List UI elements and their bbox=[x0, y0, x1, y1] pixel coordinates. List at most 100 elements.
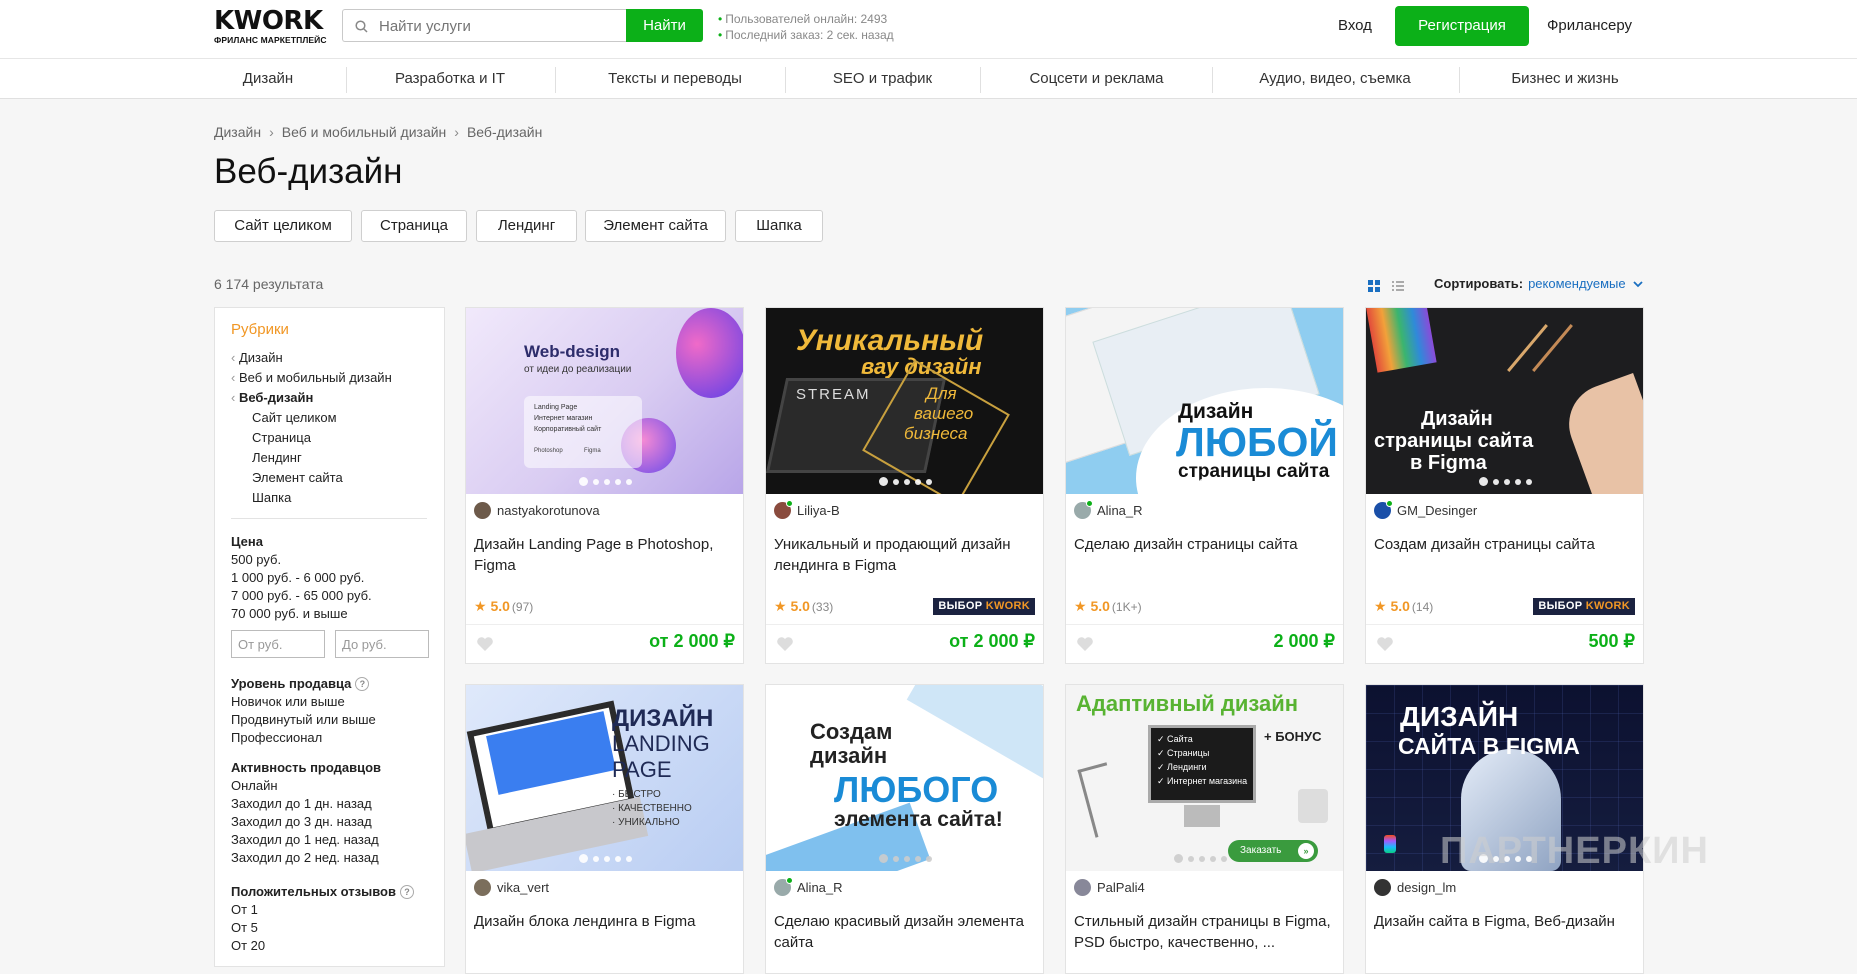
price-option[interactable]: 500 руб. bbox=[231, 552, 281, 567]
rubric-child[interactable]: Лендинг bbox=[252, 450, 302, 465]
list-view-icon[interactable] bbox=[1391, 280, 1404, 292]
card-title[interactable]: Сделаю красивый дизайн элемента сайта bbox=[774, 911, 1039, 953]
price-option[interactable]: 1 000 руб. - 6 000 руб. bbox=[231, 570, 364, 585]
level-option[interactable]: Новичок или выше bbox=[231, 694, 345, 709]
rubric-child[interactable]: Элемент сайта bbox=[252, 470, 343, 485]
heart-icon[interactable] bbox=[476, 636, 494, 652]
seller-name[interactable]: Alina_R bbox=[774, 877, 843, 896]
card-title[interactable]: Дизайн Landing Page в Photoshop, Figma bbox=[474, 534, 739, 576]
chip-page[interactable]: Страница bbox=[361, 210, 467, 242]
activity-option[interactable]: Заходил до 1 дн. назад bbox=[231, 796, 372, 811]
seller-name[interactable]: PalPali4 bbox=[1074, 879, 1145, 896]
grid-view-icon[interactable] bbox=[1368, 280, 1380, 292]
category-audio-video[interactable]: Аудио, видео, съемка bbox=[1245, 59, 1425, 99]
breadcrumb-item[interactable]: Веб и мобильный дизайн bbox=[282, 124, 447, 140]
image-text: Web-design bbox=[524, 342, 621, 361]
seller-name[interactable]: Liliya-B bbox=[774, 500, 840, 519]
chevron-left-icon: ‹ bbox=[231, 390, 239, 405]
card-image[interactable]: Создам дизайн ЛЮБОГО элемента сайта! bbox=[766, 685, 1043, 871]
carousel-dots[interactable] bbox=[466, 472, 743, 488]
reviews-option[interactable]: От 5 bbox=[231, 920, 258, 935]
rubric-parent[interactable]: ‹ Веб и мобильный дизайн bbox=[231, 370, 392, 385]
carousel-dots[interactable] bbox=[766, 472, 1043, 488]
breadcrumb-item[interactable]: Веб-дизайн bbox=[467, 124, 542, 140]
kwork-card[interactable]: Web-design от идеи до реализации Landing… bbox=[465, 307, 744, 664]
price-from-input[interactable]: От руб. bbox=[231, 630, 325, 658]
heart-icon[interactable] bbox=[1076, 636, 1094, 652]
kwork-card[interactable]: Дизайн ЛЮБОЙ страницы сайта Alina_R Сдел… bbox=[1065, 307, 1344, 664]
price-option[interactable]: 70 000 руб. и выше bbox=[231, 606, 348, 621]
kwork-card[interactable]: Адаптивный дизайн + БОНУС ✓ Сайта ✓ Стра… bbox=[1065, 684, 1344, 974]
card-image[interactable]: Дизайн ЛЮБОЙ страницы сайта bbox=[1066, 308, 1343, 494]
category-development[interactable]: Разработка и IT bbox=[370, 59, 530, 99]
seller-name[interactable]: nastyakorotunova bbox=[474, 502, 600, 519]
chip-whole-site[interactable]: Сайт целиком bbox=[214, 210, 352, 242]
kwork-card[interactable]: Создам дизайн ЛЮБОГО элемента сайта! Ali… bbox=[765, 684, 1044, 974]
card-image[interactable]: Адаптивный дизайн + БОНУС ✓ Сайта ✓ Стра… bbox=[1066, 685, 1343, 871]
rubric-current[interactable]: ‹ Веб-дизайн bbox=[231, 390, 313, 405]
sort-select[interactable]: рекомендуемые bbox=[1528, 276, 1626, 291]
seller-label: Alina_R bbox=[797, 880, 843, 895]
category-design[interactable]: Дизайн bbox=[214, 59, 322, 99]
card-title[interactable]: Уникальный и продающий дизайн лендинга в… bbox=[774, 534, 1039, 576]
card-title[interactable]: Дизайн сайта в Figma, Веб-дизайн bbox=[1374, 911, 1639, 932]
card-title[interactable]: Сделаю дизайн страницы сайта bbox=[1074, 534, 1339, 555]
card-title[interactable]: Стильный дизайн страницы в Figma, PSD бы… bbox=[1074, 911, 1339, 953]
card-title[interactable]: Дизайн блока лендинга в Figma bbox=[474, 911, 739, 932]
kwork-logo[interactable]: KWORK ФРИЛАНС МАРКЕТПЛЕЙС bbox=[214, 8, 327, 45]
reviews-option[interactable]: От 1 bbox=[231, 902, 258, 917]
question-icon[interactable]: ? bbox=[355, 677, 370, 691]
card-image[interactable]: Дизайн страницы сайта в Figma bbox=[1366, 308, 1643, 494]
reviews-option[interactable]: От 20 bbox=[231, 938, 265, 953]
kwork-card[interactable]: Уникальный вау дизайн STREAM Для вашего … bbox=[765, 307, 1044, 664]
activity-option[interactable]: Заходил до 2 нед. назад bbox=[231, 850, 379, 865]
register-button[interactable]: Регистрация bbox=[1395, 6, 1529, 46]
search-button[interactable]: Найти bbox=[626, 9, 703, 42]
card-image[interactable]: ДИЗАЙН LANDING PAGE · БЫСТРО · КАЧЕСТВЕН… bbox=[466, 685, 743, 871]
card-image[interactable]: Уникальный вау дизайн STREAM Для вашего … bbox=[766, 308, 1043, 494]
breadcrumb-item[interactable]: Дизайн bbox=[214, 124, 261, 140]
chip-header[interactable]: Шапка bbox=[735, 210, 823, 242]
seller-name[interactable]: design_lm bbox=[1374, 879, 1456, 896]
activity-option[interactable]: Заходил до 1 нед. назад bbox=[231, 832, 379, 847]
chip-landing[interactable]: Лендинг bbox=[476, 210, 577, 242]
carousel-dots[interactable] bbox=[766, 849, 1043, 865]
rubric-child[interactable]: Шапка bbox=[252, 490, 291, 505]
chevron-down-icon[interactable] bbox=[1633, 281, 1643, 288]
category-business[interactable]: Бизнес и жизнь bbox=[1495, 59, 1635, 99]
image-text: ✓ Сайта bbox=[1157, 734, 1193, 744]
heart-icon[interactable] bbox=[776, 636, 794, 652]
carousel-dots[interactable] bbox=[1366, 472, 1643, 488]
card-title[interactable]: Создам дизайн страницы сайта bbox=[1374, 534, 1639, 555]
heart-icon[interactable] bbox=[1376, 636, 1394, 652]
seller-name[interactable]: vika_vert bbox=[474, 879, 549, 896]
kwork-card[interactable]: ДИЗАЙН LANDING PAGE · БЫСТРО · КАЧЕСТВЕН… bbox=[465, 684, 744, 974]
activity-option[interactable]: Онлайн bbox=[231, 778, 278, 793]
category-seo[interactable]: SEO и трафик bbox=[805, 59, 960, 99]
seller-name[interactable]: Alina_R bbox=[1074, 500, 1143, 519]
chip-site-element[interactable]: Элемент сайта bbox=[585, 210, 726, 242]
reviews-title: Положительных отзывов? bbox=[231, 884, 414, 899]
level-option[interactable]: Профессионал bbox=[231, 730, 322, 745]
rubric-child[interactable]: Сайт целиком bbox=[252, 410, 337, 425]
carousel-dots[interactable] bbox=[1171, 472, 1343, 488]
kwork-card[interactable]: ДИЗАЙН САЙТА В FIGMA design_lm Дизайн са… bbox=[1365, 684, 1644, 974]
kwork-card[interactable]: Дизайн страницы сайта в Figma GM_Desinge… bbox=[1365, 307, 1644, 664]
price-option[interactable]: 7 000 руб. - 65 000 руб. bbox=[231, 588, 372, 603]
level-option[interactable]: Продвинутый или выше bbox=[231, 712, 376, 727]
freelancer-link[interactable]: Фрилансеру bbox=[1547, 17, 1632, 34]
category-texts[interactable]: Тексты и переводы bbox=[580, 59, 770, 99]
price-to-input[interactable]: До руб. bbox=[335, 630, 429, 658]
rubric-parent[interactable]: ‹ Дизайн bbox=[231, 350, 283, 365]
rubric-child[interactable]: Страница bbox=[252, 430, 311, 445]
seller-name[interactable]: GM_Desinger bbox=[1374, 500, 1477, 519]
category-social[interactable]: Соцсети и реклама bbox=[1005, 59, 1188, 99]
question-icon[interactable]: ? bbox=[399, 885, 414, 899]
activity-option[interactable]: Заходил до 3 дн. назад bbox=[231, 814, 372, 829]
image-text: элемента сайта! bbox=[834, 808, 1003, 831]
carousel-dots[interactable] bbox=[1171, 849, 1343, 865]
login-link[interactable]: Вход bbox=[1338, 17, 1372, 34]
search-input[interactable] bbox=[379, 17, 619, 35]
carousel-dots[interactable] bbox=[466, 849, 743, 865]
card-image[interactable]: Web-design от идеи до реализации Landing… bbox=[466, 308, 743, 494]
